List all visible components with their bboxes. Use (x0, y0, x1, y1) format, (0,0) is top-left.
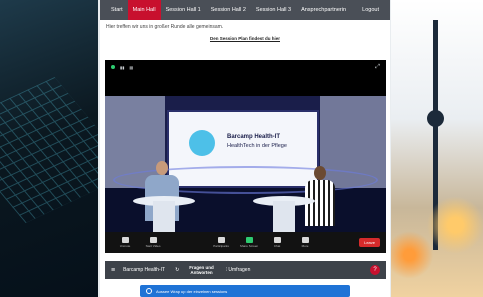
main-panel: Start Main Hall Session Hall 1 Session H… (100, 0, 390, 297)
video-stream: Barcamp Health-IT HealthTech in der Pfle… (105, 96, 386, 246)
barcamp-logo-icon (189, 130, 215, 156)
camera-icon (149, 237, 157, 243)
session-plan-link[interactable]: Den Session Plan findest du hier (100, 36, 390, 41)
nav-tab-session-hall-1[interactable]: Session Hall 1 (161, 0, 206, 20)
help-icon[interactable]: ? (370, 265, 380, 275)
intro-text: Hier treffen wir uns in großer Runde all… (106, 24, 224, 30)
video-top-bar: ▮▮ ▦ (105, 60, 386, 74)
microphone-icon (121, 237, 129, 243)
polls-tab[interactable]: ⫶ Umfragen (226, 267, 251, 273)
nav-tab-contact[interactable]: Ansprechpartnerin (296, 0, 351, 20)
screen-subtitle: HealthTech in der Pflege (227, 143, 287, 149)
city-lights-graphic (391, 195, 483, 295)
connection-status-icon (111, 65, 115, 69)
nav-tab-session-hall-3[interactable]: Session Hall 3 (251, 0, 296, 20)
background-right-image (391, 0, 483, 297)
share-screen-icon (245, 237, 253, 243)
bottom-toolbar: ≡ Barcamp Health-IT ↻ Fragen und Antwort… (105, 261, 386, 279)
qa-tab[interactable]: Fragen und Antworten (189, 265, 214, 275)
digital-grid-graphic (0, 77, 98, 223)
background-left-image (0, 0, 98, 297)
info-banner: Aussee Wrap up der einzelnen sessions (140, 285, 350, 297)
chat-button[interactable]: Chat (263, 237, 291, 248)
participants-icon (217, 237, 225, 243)
top-navigation: Start Main Hall Session Hall 1 Session H… (100, 0, 390, 20)
chat-icon (273, 237, 281, 243)
info-banner-text: Aussee Wrap up der einzelnen sessions (156, 288, 228, 294)
tv-tower-sphere (427, 110, 444, 127)
info-icon (146, 288, 152, 294)
menu-icon[interactable]: ≡ (111, 267, 115, 274)
more-button[interactable]: More (291, 237, 319, 248)
share-screen-button[interactable]: Share Screen (235, 237, 263, 248)
logout-link[interactable]: Logout (357, 0, 384, 20)
presenter-female (305, 166, 335, 226)
meeting-controls: Unmute Start Video Participants Share Sc… (105, 232, 386, 253)
leave-button[interactable]: Leave (359, 238, 380, 247)
screen-title: Barcamp Health-IT (227, 134, 281, 140)
nav-tab-start[interactable]: Start (106, 0, 128, 20)
participants-button[interactable]: Participants (207, 237, 235, 248)
fullscreen-icon[interactable]: ⤢ (375, 64, 380, 71)
room-name: Barcamp Health-IT (123, 267, 166, 273)
nav-tab-session-hall-2[interactable]: Session Hall 2 (206, 0, 251, 20)
more-icon (301, 237, 309, 243)
start-video-button[interactable]: Start Video (139, 237, 167, 248)
unmute-button[interactable]: Unmute (111, 237, 139, 248)
video-player[interactable]: ▮▮ ▦ ⤢ Barcamp Health-IT HealthTech in d… (105, 60, 386, 253)
nav-tab-main-hall[interactable]: Main Hall (127, 0, 161, 20)
grid-view-icon[interactable]: ▦ (129, 65, 133, 70)
polls-label: Umfragen (228, 267, 251, 273)
refresh-icon[interactable]: ↻ (175, 267, 179, 273)
signal-icon: ▮▮ (120, 64, 125, 70)
